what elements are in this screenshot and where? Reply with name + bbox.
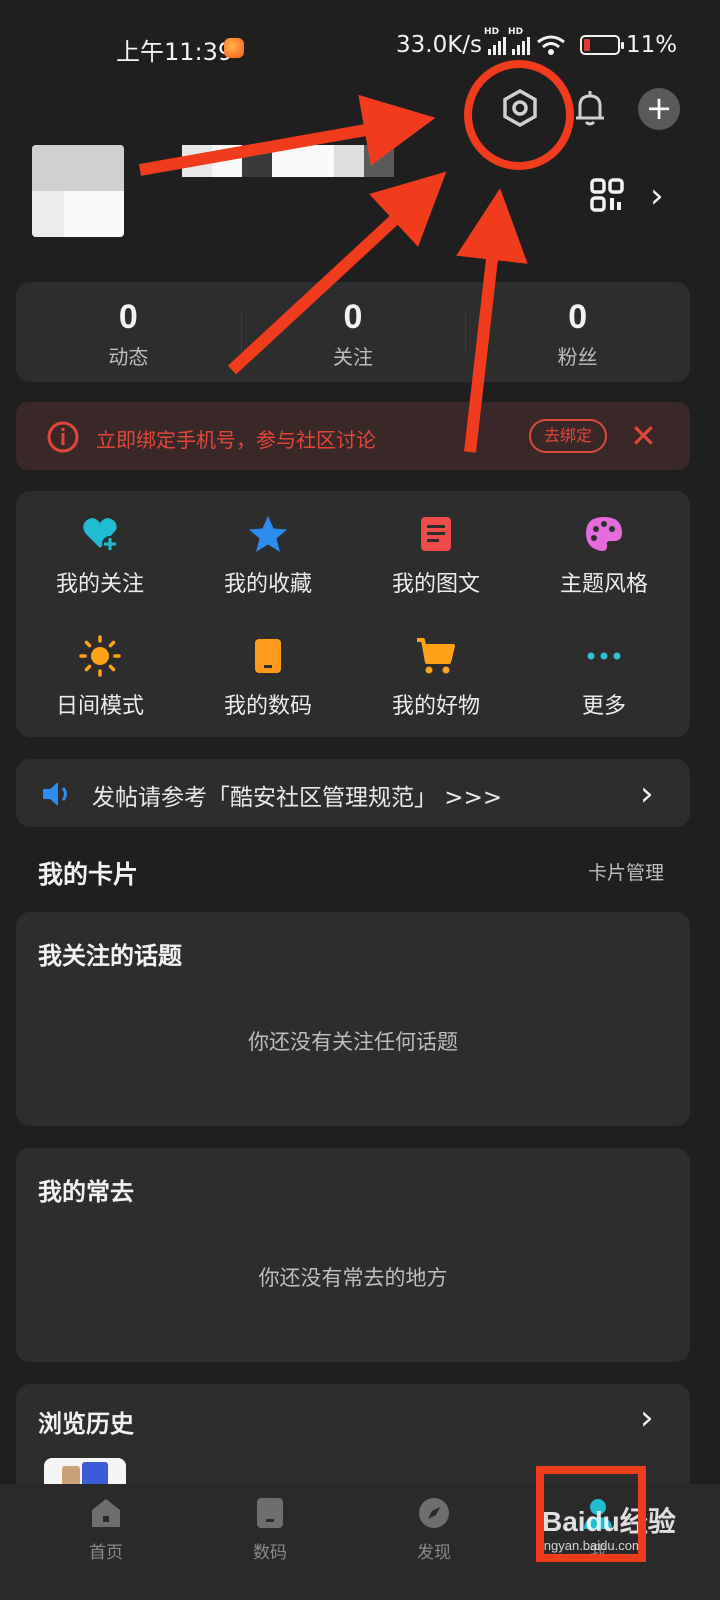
bind-phone-button[interactable]: 去绑定 (529, 419, 607, 453)
more-icon (587, 652, 621, 660)
stat-value: 0 (343, 298, 363, 336)
grid-item-label: 我的好物 (391, 694, 480, 719)
card-manage-link[interactable]: 卡片管理 (588, 858, 664, 885)
history-title: 浏览历史 (38, 1410, 134, 1438)
battery-level: 11% (626, 32, 678, 58)
annotation-box (536, 1466, 646, 1562)
grid-item-label: 我的数码 (223, 694, 312, 719)
grid-item-my-devices[interactable]: 我的数码 (184, 634, 352, 744)
compass-icon (419, 1498, 449, 1528)
avatar[interactable] (32, 145, 124, 237)
battery-icon (580, 35, 625, 55)
grid-item-label: 我的关注 (55, 572, 144, 597)
close-icon[interactable]: ✕ (630, 418, 657, 454)
qr-code-icon[interactable] (590, 178, 624, 212)
stat-following[interactable]: 0 关注 (240, 282, 466, 382)
status-indicators: 33.0K/s HD HD 11% (396, 27, 678, 58)
frequent-places-empty: 你还没有常去的地方 (258, 1266, 448, 1290)
grid-item-more[interactable]: 更多 (520, 634, 688, 744)
stat-label: 关注 (333, 345, 373, 369)
document-icon (421, 517, 451, 551)
bind-phone-text: 立即绑定手机号，参与社区讨论 (96, 428, 376, 452)
nav-label: 数码 (253, 1543, 287, 1563)
grid-item-my-goods[interactable]: 我的好物 (352, 634, 520, 744)
warning-icon (47, 421, 79, 453)
frequent-places-title: 我的常去 (38, 1178, 134, 1206)
palette-icon (586, 517, 622, 551)
grid-item-my-posts[interactable]: 我的图文 (352, 512, 520, 622)
profile-chevron-right-icon[interactable]: › (650, 176, 664, 216)
signal-icon-2: HD (508, 27, 531, 55)
followed-topics-title: 我关注的话题 (38, 942, 182, 970)
phone-icon (255, 639, 281, 673)
bell-icon[interactable] (570, 88, 610, 128)
stat-posts[interactable]: 0 动态 (16, 282, 241, 382)
grid-item-theme[interactable]: 主题风格 (520, 512, 688, 622)
stats-card: 0 动态 0 关注 0 粉丝 (16, 282, 690, 382)
nav-label: 首页 (89, 1543, 123, 1563)
grid-item-label: 我的收藏 (223, 572, 312, 597)
add-button[interactable]: + (638, 88, 680, 130)
grid-item-my-favorites[interactable]: 我的收藏 (184, 512, 352, 622)
followed-topics-card: 我关注的话题 你还没有关注任何话题 (16, 912, 690, 1126)
grid-item-label: 我的图文 (391, 572, 480, 597)
my-cards-title: 我的卡片 (38, 860, 139, 889)
nav-label: 发现 (417, 1543, 451, 1563)
notice-chevron-right-icon[interactable]: › (640, 774, 654, 814)
annotation-circle (464, 60, 574, 170)
speaker-icon (43, 782, 67, 806)
grid-item-label: 主题风格 (559, 572, 648, 597)
notification-app-icon (224, 38, 244, 58)
notice-text: 发帖请参考「酷安社区管理规范」 >>> (92, 785, 503, 811)
nav-devices[interactable]: 数码 (180, 1496, 360, 1563)
status-time: 上午11:39 (116, 38, 234, 66)
home-icon (92, 1499, 120, 1527)
sun-icon (79, 635, 121, 677)
grid-item-my-follows[interactable]: 我的关注 (16, 512, 184, 622)
stat-value: 0 (568, 298, 588, 336)
followed-topics-empty: 你还没有关注任何话题 (248, 1030, 458, 1054)
network-speed: 33.0K/s (396, 32, 483, 58)
stat-label: 动态 (108, 345, 149, 369)
grid-item-label: 更多 (581, 694, 626, 719)
heart-plus-icon (83, 518, 118, 552)
username-redacted[interactable] (152, 145, 394, 177)
history-chevron-right-icon[interactable]: › (640, 1398, 654, 1438)
nav-discover[interactable]: 发现 (344, 1496, 524, 1563)
signal-icon: HD (484, 27, 507, 55)
nav-home[interactable]: 首页 (16, 1496, 196, 1563)
grid-item-label: 日间模式 (55, 694, 144, 719)
frequent-places-card: 我的常去 你还没有常去的地方 (16, 1148, 690, 1362)
wifi-icon (537, 35, 565, 55)
stat-followers[interactable]: 0 粉丝 (465, 282, 690, 382)
stat-label: 粉丝 (557, 345, 598, 369)
cart-icon (417, 638, 455, 674)
grid-item-day-mode[interactable]: 日间模式 (16, 634, 184, 744)
star-icon (249, 516, 287, 552)
device-icon (257, 1498, 283, 1528)
stat-value: 0 (118, 298, 138, 336)
